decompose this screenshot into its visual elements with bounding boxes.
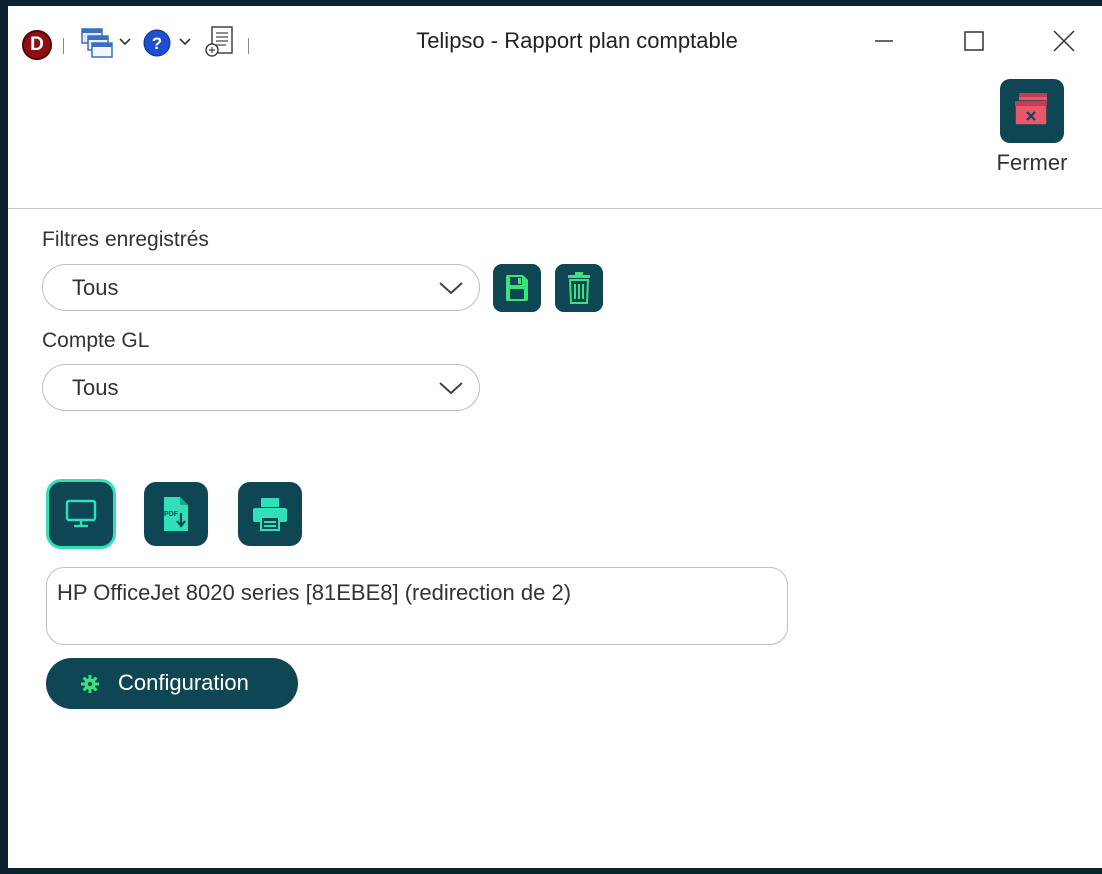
configuration-button[interactable]: Configuration (46, 658, 298, 709)
title-bar: D ? Telipso - Rapport plan comptable (8, 6, 1102, 72)
saved-filters-label: Filtres enregistrés (42, 228, 209, 251)
window-title: Telipso - Rapport plan comptable (416, 28, 738, 53)
maximize-icon[interactable] (950, 22, 998, 62)
window-close-icon (1014, 93, 1048, 126)
minimize-icon[interactable] (860, 22, 908, 62)
save-filter-button[interactable] (493, 264, 541, 312)
gl-account-label: Compte GL (42, 329, 150, 352)
output-pdf-button[interactable]: PDF (144, 482, 208, 546)
output-screen-button[interactable] (49, 482, 113, 546)
window-frame-left (0, 0, 8, 874)
trash-icon (568, 272, 590, 304)
printer-field[interactable]: HP OfficeJet 8020 series [81EBE8] (redir… (46, 567, 788, 645)
window-frame-bottom (0, 868, 1102, 874)
pdf-export-icon: PDF (164, 497, 188, 531)
gear-icon (81, 675, 99, 693)
printer-name: HP OfficeJet 8020 series [81EBE8] (redir… (57, 580, 572, 605)
gl-account-value: Tous (72, 375, 119, 400)
header-divider (8, 208, 1102, 209)
saved-filters-select[interactable]: Tous (42, 264, 480, 311)
save-icon (506, 275, 528, 301)
saved-filters-value: Tous (72, 275, 119, 300)
screen-icon (65, 499, 97, 528)
configuration-label: Configuration (118, 670, 249, 695)
close-icon[interactable] (1040, 22, 1088, 62)
output-print-button[interactable] (238, 482, 302, 546)
chevron-down-icon (439, 282, 463, 295)
close-report-label: Fermer (996, 150, 1068, 175)
delete-filter-button[interactable] (555, 264, 603, 312)
window: D ? Telipso - Rapport plan comptable Fer… (8, 6, 1102, 868)
close-report-button[interactable] (1000, 79, 1064, 143)
svg-text:PDF: PDF (164, 511, 179, 518)
printer-icon (253, 498, 287, 531)
chevron-down-icon (439, 382, 463, 395)
gl-account-select[interactable]: Tous (42, 364, 480, 411)
